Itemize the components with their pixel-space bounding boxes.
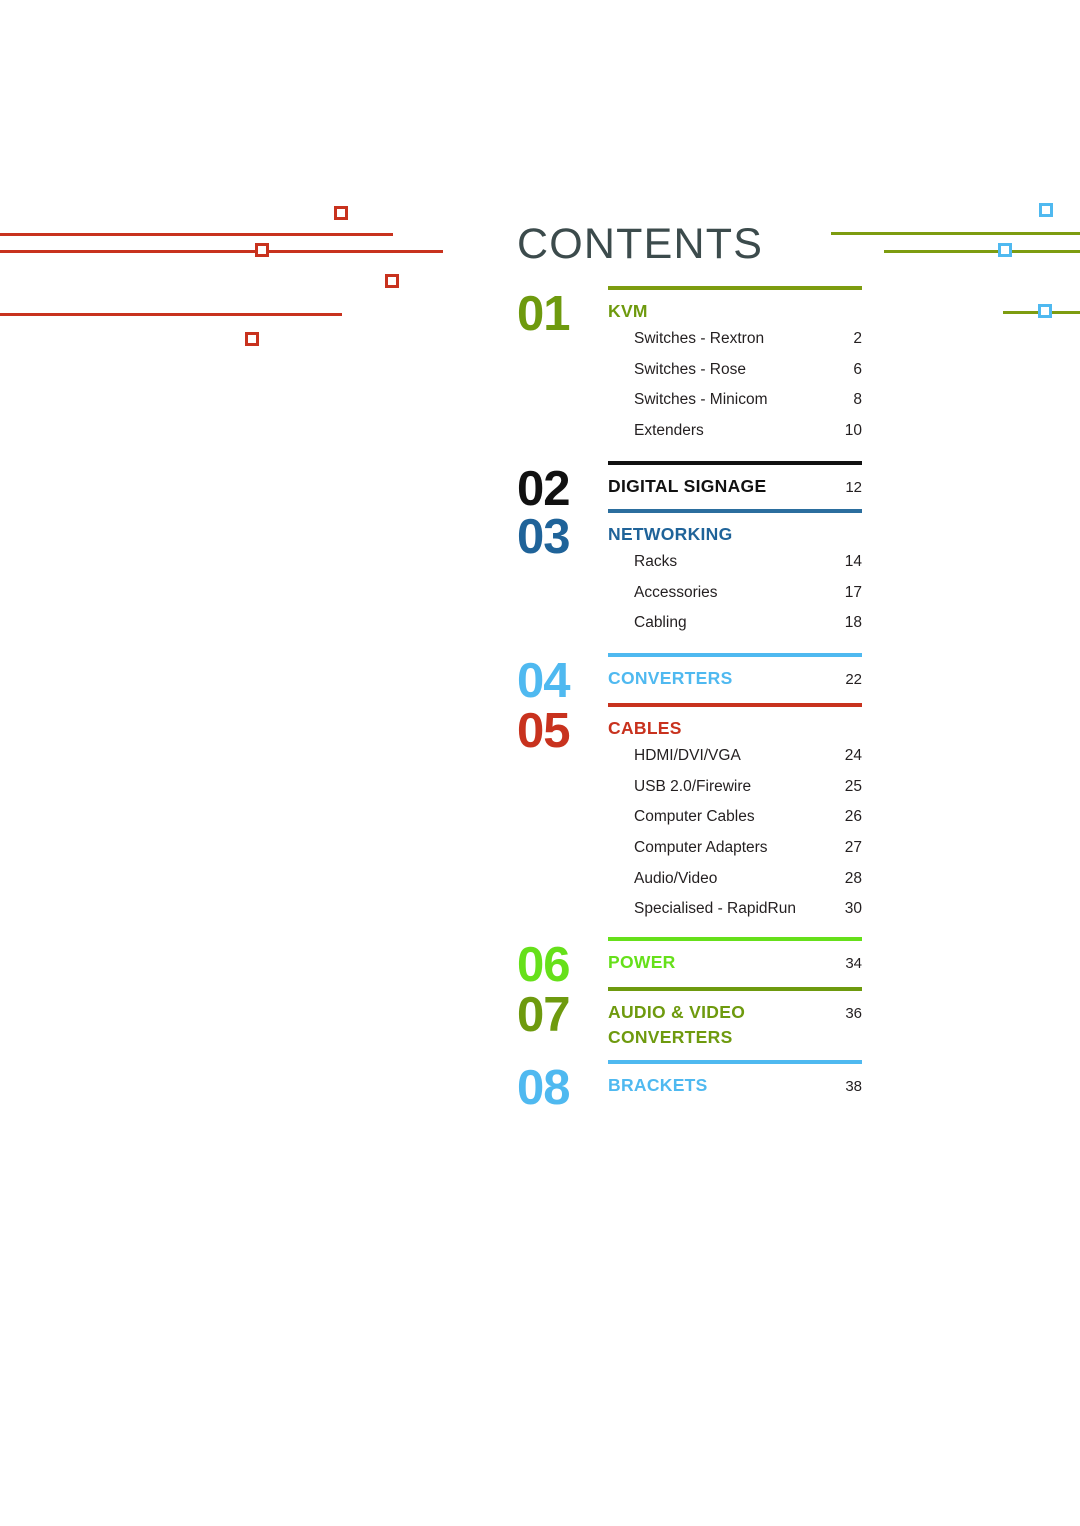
subitem-page-number: 27 xyxy=(844,839,862,857)
list-item[interactable]: Switches - Minicom 8 xyxy=(634,385,862,416)
section-number: 05 xyxy=(517,703,571,758)
right-deco-square xyxy=(998,243,1012,257)
subitem-label: Accessories xyxy=(634,583,718,601)
toc-section-08[interactable]: 08 BRACKETS 38 xyxy=(517,1060,867,1113)
section-heading-row[interactable]: CONVERTERS 22 xyxy=(608,657,862,691)
section-page-number: 22 xyxy=(845,670,862,688)
subitem-label: USB 2.0/Firewire xyxy=(634,777,752,795)
subitem-label: Racks xyxy=(634,552,678,570)
section-number: 02 xyxy=(517,461,571,516)
section-heading-row[interactable]: DIGITAL SIGNAGE 12 xyxy=(608,465,862,499)
toc-section-05[interactable]: 05 CABLES HDMI/DVI/VGA 24 USB 2.0/Firewire 25… xyxy=(517,702,867,925)
section-subitem-list: Switches - Rextron 2 Switches - Rose 6 Switc… xyxy=(608,324,862,447)
list-item[interactable]: Extenders 10 xyxy=(634,416,862,447)
subitem-page-number: 6 xyxy=(853,360,862,378)
subitem-label: Cabling xyxy=(634,614,687,632)
section-number: 01 xyxy=(517,287,571,341)
section-number: 08 xyxy=(517,1061,571,1116)
section-heading-row[interactable]: KVM xyxy=(608,290,862,324)
section-title: CONVERTERS xyxy=(608,667,733,688)
subitem-label: Extenders xyxy=(634,422,704,440)
section-heading-row[interactable]: AUDIO & VIDEO CONVERTERS 36 xyxy=(608,991,862,1050)
section-page-number: 12 xyxy=(845,478,862,496)
section-heading-row[interactable]: BRACKETS 38 xyxy=(608,1064,862,1098)
section-number: 06 xyxy=(517,938,571,993)
left-deco-square xyxy=(245,332,259,346)
section-number: 03 xyxy=(517,509,571,564)
toc-section-04[interactable]: 04 CONVERTERS 22 xyxy=(517,652,867,705)
subitem-page-number: 18 xyxy=(844,614,862,632)
left-deco-line xyxy=(0,250,443,253)
list-item[interactable]: Computer Cables 26 xyxy=(634,802,862,833)
page-title: CONTENTS xyxy=(517,220,764,268)
section-title: DIGITAL SIGNAGE xyxy=(608,475,767,496)
section-number: 04 xyxy=(517,653,571,708)
list-item[interactable]: HDMI/DVI/VGA 24 xyxy=(634,741,862,772)
section-subitem-list: Racks 14 Accessories 17 Cabling 18 xyxy=(608,547,862,639)
subitem-page-number: 28 xyxy=(844,869,862,887)
subitem-label: Specialised - RapidRun xyxy=(634,900,796,918)
toc-section-02[interactable]: 02 DIGITAL SIGNAGE 12 xyxy=(517,460,867,513)
subitem-label: HDMI/DVI/VGA xyxy=(634,746,741,764)
subitem-label: Computer Cables xyxy=(634,808,755,826)
list-item[interactable]: Computer Adapters 27 xyxy=(634,833,862,864)
list-item[interactable]: Specialised - RapidRun 30 xyxy=(634,894,862,925)
toc-section-01[interactable]: 01 KVM Switches - Rextron 2 Switches - Rose 6… xyxy=(517,286,867,447)
list-item[interactable]: Racks 14 xyxy=(634,547,862,578)
subitem-page-number: 2 xyxy=(853,330,862,347)
left-deco-square xyxy=(255,243,269,257)
list-item[interactable]: Cabling 18 xyxy=(634,608,862,639)
contents-page: CONTENTS 01 KVM Switches - Rextron 2 Switche… xyxy=(0,0,1080,1526)
right-deco-line xyxy=(831,232,1080,235)
subitem-label: Switches - Rextron xyxy=(634,330,765,347)
left-deco-square xyxy=(334,206,348,220)
list-item[interactable]: Audio/Video 28 xyxy=(634,864,862,895)
list-item[interactable]: Switches - Rose 6 xyxy=(634,355,862,386)
section-page-number: 38 xyxy=(845,1078,862,1096)
subitem-page-number: 26 xyxy=(844,808,862,826)
section-page-number: 34 xyxy=(845,955,862,973)
toc-section-06[interactable]: 06 POWER 34 xyxy=(517,937,867,990)
left-deco-square xyxy=(385,274,399,288)
section-title: AUDIO & VIDEO CONVERTERS xyxy=(608,1002,746,1048)
section-heading-row[interactable]: POWER 34 xyxy=(608,941,862,975)
left-deco-line xyxy=(0,233,393,236)
list-item[interactable]: Switches - Rextron 2 xyxy=(634,324,862,355)
toc-section-07[interactable]: 07 AUDIO & VIDEO CONVERTERS 36 xyxy=(517,987,867,1050)
section-title: KVM xyxy=(608,301,648,321)
subitem-page-number: 24 xyxy=(844,746,862,764)
right-deco-square xyxy=(1038,304,1052,318)
subitem-page-number: 25 xyxy=(844,777,862,795)
section-title: POWER xyxy=(608,952,676,973)
right-deco-square xyxy=(1039,203,1053,217)
subitem-page-number: 10 xyxy=(844,422,862,440)
subitem-label: Switches - Minicom xyxy=(634,391,768,409)
subitem-page-number: 14 xyxy=(844,552,862,570)
section-heading-row[interactable]: CABLES xyxy=(608,707,862,741)
subitem-label: Computer Adapters xyxy=(634,839,768,857)
section-subitem-list: HDMI/DVI/VGA 24 USB 2.0/Firewire 25 Computer… xyxy=(608,741,862,925)
subitem-label: Audio/Video xyxy=(634,869,718,887)
table-of-contents: 01 KVM Switches - Rextron 2 Switches - Rose 6… xyxy=(517,286,867,1113)
subitem-page-number: 30 xyxy=(844,900,862,918)
toc-section-03[interactable]: 03 NETWORKING Racks 14 Accessories 17 Cabling 1… xyxy=(517,508,867,639)
section-title: BRACKETS xyxy=(608,1075,708,1096)
left-deco-line xyxy=(0,313,342,316)
list-item[interactable]: Accessories 17 xyxy=(634,578,862,609)
subitem-page-number: 8 xyxy=(853,391,862,409)
subitem-page-number: 17 xyxy=(844,583,862,601)
list-item[interactable]: USB 2.0/Firewire 25 xyxy=(634,772,862,803)
section-page-number: 36 xyxy=(845,1005,862,1023)
right-deco-line xyxy=(884,250,1080,253)
subitem-label: Switches - Rose xyxy=(634,360,746,378)
section-number: 07 xyxy=(517,988,571,1043)
section-heading-row[interactable]: NETWORKING xyxy=(608,513,862,547)
section-title: CABLES xyxy=(608,717,682,738)
section-title: NETWORKING xyxy=(608,523,733,544)
